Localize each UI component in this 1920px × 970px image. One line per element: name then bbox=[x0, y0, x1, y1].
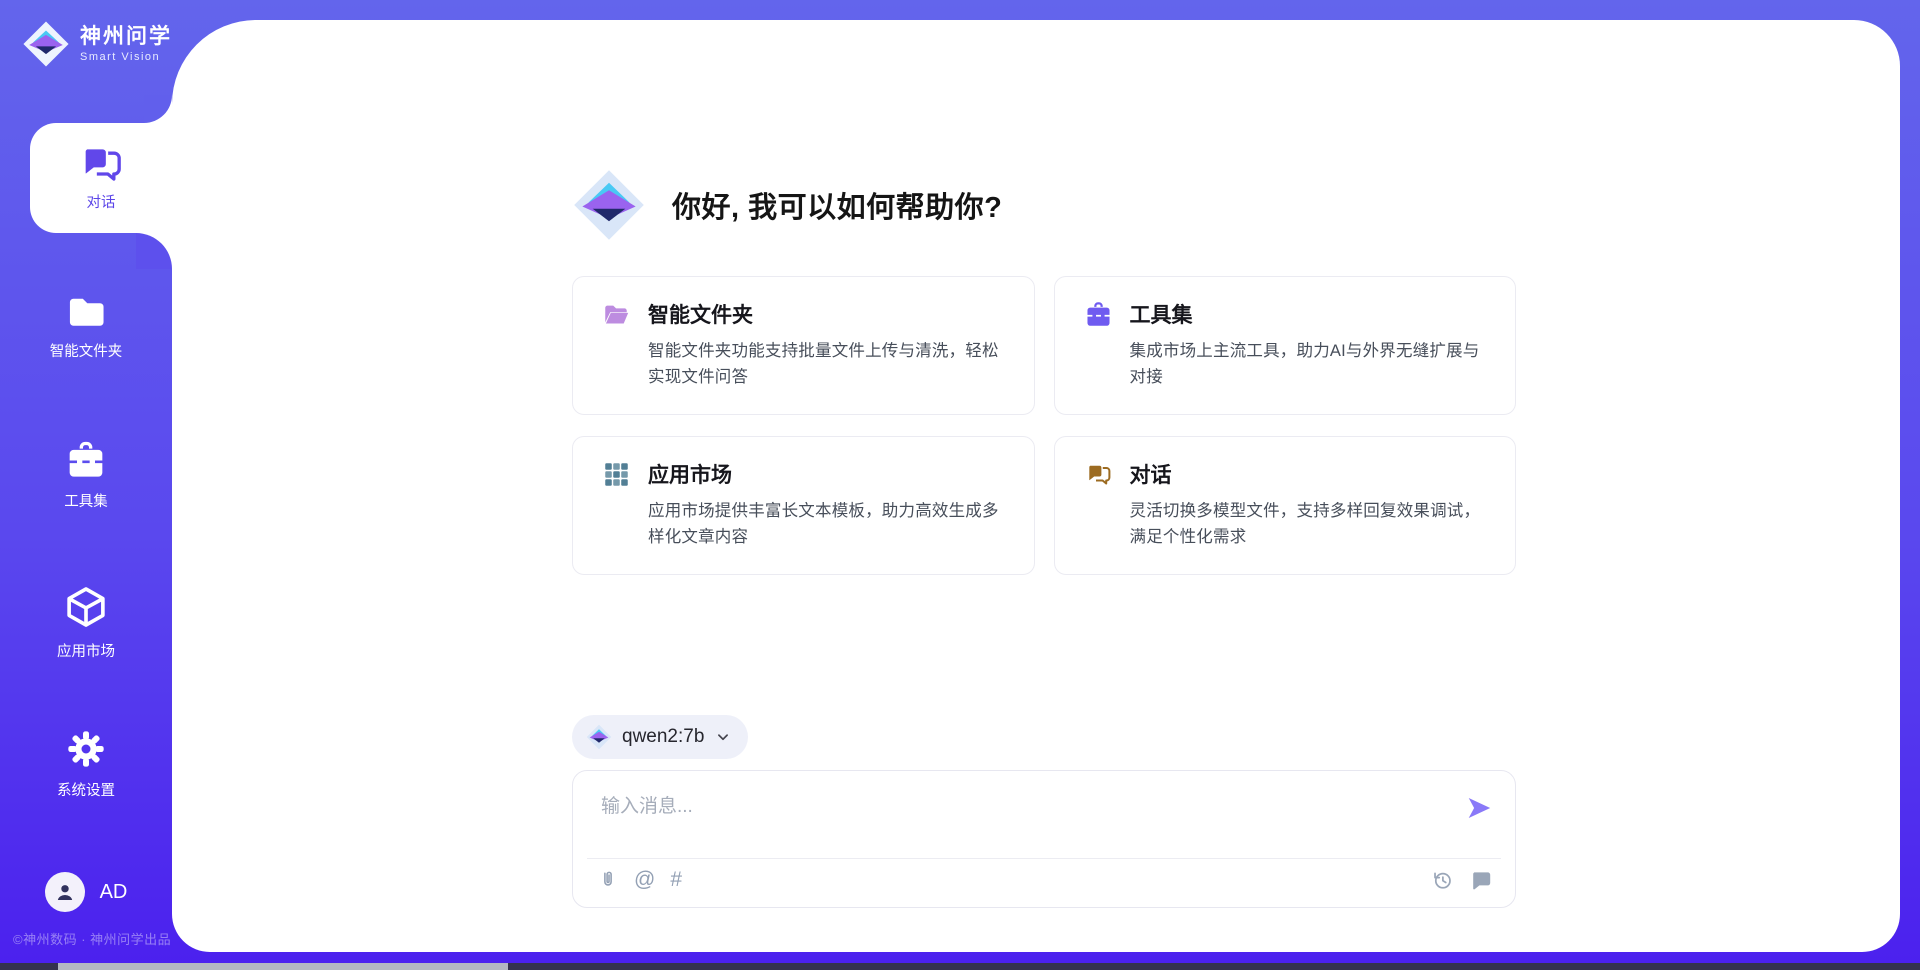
user-profile[interactable]: AD bbox=[0, 872, 172, 912]
mention-button[interactable]: @ bbox=[634, 868, 655, 892]
sidebar-item-label: 系统设置 bbox=[57, 779, 115, 800]
horizontal-scrollbar-track[interactable] bbox=[0, 963, 1920, 970]
folder-icon bbox=[65, 292, 107, 330]
sidebar: 神州问学 Smart Vision 对话 智能文件夹 bbox=[0, 0, 172, 970]
welcome-section: 你好, 我可以如何帮助你? 智能文件夹 智能文件夹功能支持批量文件上传与清洗，轻… bbox=[572, 168, 1516, 575]
card-title: 工具集 bbox=[1130, 299, 1193, 329]
attach-button[interactable] bbox=[597, 868, 619, 892]
grid-icon bbox=[603, 461, 630, 488]
tab-fillet-bottom bbox=[136, 233, 172, 269]
assistant-diamond-logo-icon bbox=[572, 168, 646, 242]
hash-icon: # bbox=[670, 868, 682, 892]
avatar bbox=[45, 872, 85, 912]
model-diamond-logo-icon bbox=[586, 724, 612, 750]
card-toolset[interactable]: 工具集 集成市场上主流工具，助力AI与外界无缝扩展与对接 bbox=[1054, 276, 1517, 415]
sidebar-item-label: 工具集 bbox=[64, 490, 108, 511]
card-title: 对话 bbox=[1130, 459, 1172, 489]
card-title: 智能文件夹 bbox=[648, 299, 753, 329]
card-description: 应用市场提供丰富长文本模板，助力高效生成多样化文章内容 bbox=[648, 499, 1004, 550]
at-icon: @ bbox=[634, 868, 655, 892]
chevron-down-icon bbox=[714, 728, 732, 746]
sidebar-item-toolset[interactable]: 工具集 bbox=[0, 440, 172, 511]
sidebar-item-settings[interactable]: 系统设置 bbox=[0, 729, 172, 800]
sidebar-item-smart-folder[interactable]: 智能文件夹 bbox=[0, 292, 172, 361]
card-smart-folder[interactable]: 智能文件夹 智能文件夹功能支持批量文件上传与清洗，轻松实现文件问答 bbox=[572, 276, 1035, 415]
app-root: 神州问学 Smart Vision 对话 智能文件夹 bbox=[0, 0, 1920, 970]
chat-bubble-icon bbox=[1469, 870, 1493, 892]
composer-toolbar-right bbox=[1431, 869, 1493, 892]
card-description: 集成市场上主流工具，助力AI与外界无缝扩展与对接 bbox=[1130, 339, 1486, 390]
briefcase-icon bbox=[65, 440, 107, 480]
composer-divider bbox=[587, 858, 1501, 859]
card-app-market[interactable]: 应用市场 应用市场提供丰富长文本模板，助力高效生成多样化文章内容 bbox=[572, 436, 1035, 575]
sidebar-item-app-market[interactable]: 应用市场 bbox=[0, 584, 172, 661]
chat-area: qwen2:7b bbox=[572, 715, 1516, 908]
history-clock-icon bbox=[1431, 869, 1454, 892]
chat-bubbles-icon bbox=[78, 144, 124, 184]
message-composer: @ # bbox=[572, 770, 1516, 908]
brand-subtitle: Smart Vision bbox=[80, 51, 172, 63]
chat-bubbles-icon bbox=[1085, 461, 1112, 488]
sidebar-item-label: 对话 bbox=[87, 191, 116, 212]
brand: 神州问学 Smart Vision bbox=[22, 20, 172, 68]
send-button[interactable] bbox=[1465, 794, 1493, 822]
folder-open-icon bbox=[603, 301, 630, 328]
card-description: 智能文件夹功能支持批量文件上传与清洗，轻松实现文件问答 bbox=[648, 339, 1004, 390]
gear-icon bbox=[66, 729, 106, 769]
copyright-footer: ©神州数码 · 神州问学出品 bbox=[13, 929, 171, 948]
horizontal-scrollbar-thumb[interactable] bbox=[58, 963, 508, 970]
sidebar-item-chat[interactable]: 对话 bbox=[30, 123, 172, 233]
card-title: 应用市场 bbox=[648, 459, 732, 489]
paper-plane-icon bbox=[1465, 794, 1493, 822]
briefcase-icon bbox=[1085, 301, 1112, 328]
sidebar-item-label: 智能文件夹 bbox=[50, 340, 123, 361]
main-panel: 你好, 我可以如何帮助你? 智能文件夹 智能文件夹功能支持批量文件上传与清洗，轻… bbox=[172, 20, 1900, 952]
history-button[interactable] bbox=[1431, 869, 1454, 892]
feature-cards: 智能文件夹 智能文件夹功能支持批量文件上传与清洗，轻松实现文件问答 工具 bbox=[572, 276, 1516, 575]
topic-button[interactable]: # bbox=[670, 868, 682, 892]
quick-chat-button[interactable] bbox=[1469, 870, 1493, 892]
brand-name: 神州问学 bbox=[80, 25, 172, 48]
tab-fillet-top bbox=[144, 95, 172, 123]
person-icon bbox=[52, 879, 78, 905]
composer-toolbar-left: @ # bbox=[597, 868, 682, 892]
greeting-text: 你好, 我可以如何帮助你? bbox=[672, 184, 1002, 226]
model-selector[interactable]: qwen2:7b bbox=[572, 715, 748, 759]
card-chat[interactable]: 对话 灵活切换多模型文件，支持多样回复效果调试，满足个性化需求 bbox=[1054, 436, 1517, 575]
greeting-row: 你好, 我可以如何帮助你? bbox=[572, 168, 1516, 242]
card-description: 灵活切换多模型文件，支持多样回复效果调试，满足个性化需求 bbox=[1130, 499, 1486, 550]
paperclip-icon bbox=[597, 868, 619, 892]
cube-icon bbox=[63, 584, 109, 630]
model-name: qwen2:7b bbox=[622, 726, 704, 748]
message-input[interactable] bbox=[599, 789, 1445, 851]
user-name: AD bbox=[100, 881, 128, 904]
brand-diamond-logo-icon bbox=[22, 20, 70, 68]
sidebar-item-label: 应用市场 bbox=[57, 640, 115, 661]
